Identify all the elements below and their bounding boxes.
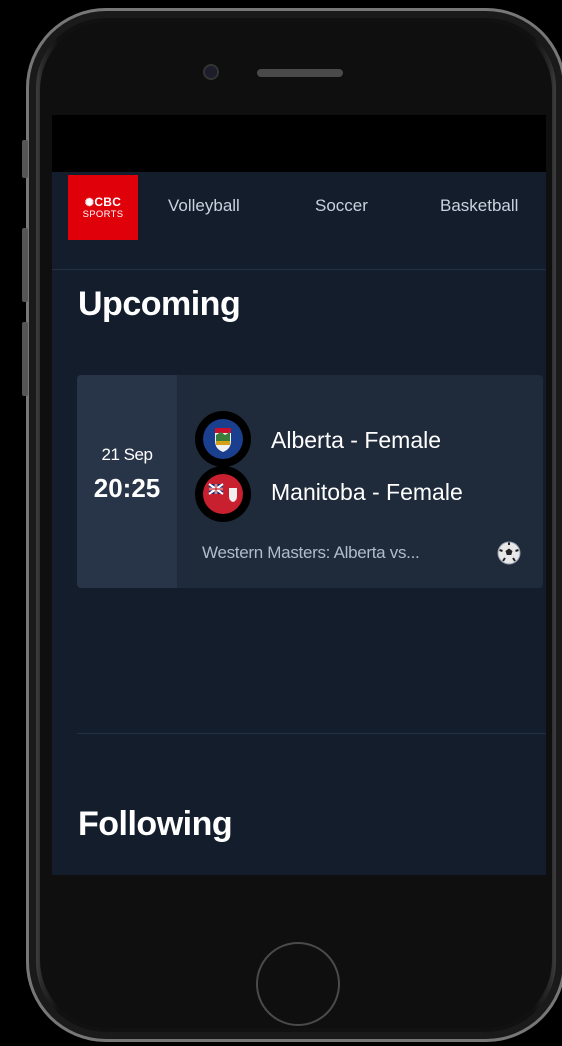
volume-up-button	[22, 228, 28, 302]
event-card[interactable]: 21 Sep 20:25 Alberta - Female Manitoba -…	[77, 375, 543, 588]
manitoba-flag-icon	[195, 466, 251, 522]
phone-screen: ✺CBC SPORTS Volleyball Soccer Basketball…	[52, 115, 546, 875]
nav-item-basketball[interactable]: Basketball	[440, 196, 518, 216]
logo-text-cbc: ✺CBC	[84, 194, 122, 209]
team-name-away: Manitoba - Female	[271, 479, 463, 505]
home-button[interactable]	[256, 942, 340, 1026]
mute-switch	[22, 140, 28, 178]
top-navigation: ✺CBC SPORTS Volleyball Soccer Basketball	[52, 172, 546, 270]
front-camera-icon	[203, 64, 219, 80]
alberta-flag-icon	[195, 411, 251, 467]
upcoming-title: Upcoming	[78, 285, 241, 323]
event-date-panel: 21 Sep 20:25	[77, 375, 177, 588]
team-name-home: Alberta - Female	[271, 427, 442, 453]
logo-text-sports: SPORTS	[82, 208, 124, 220]
following-title: Following	[78, 805, 233, 843]
sports-app: ✺CBC SPORTS Volleyball Soccer Basketball…	[52, 172, 546, 875]
event-date: 21 Sep	[101, 445, 153, 464]
earpiece-speaker	[257, 69, 343, 77]
volume-down-button	[22, 322, 28, 396]
event-subtitle: Western Masters: Alberta vs...	[202, 543, 420, 562]
nav-item-soccer[interactable]: Soccer	[315, 196, 368, 216]
cbc-sports-logo[interactable]: ✺CBC SPORTS	[68, 175, 138, 240]
event-time: 20:25	[93, 473, 161, 503]
section-divider	[77, 733, 546, 734]
soccer-ball-icon	[497, 541, 521, 565]
cbc-gem-icon: ✺	[84, 196, 95, 209]
nav-item-volleyball[interactable]: Volleyball	[168, 196, 240, 216]
